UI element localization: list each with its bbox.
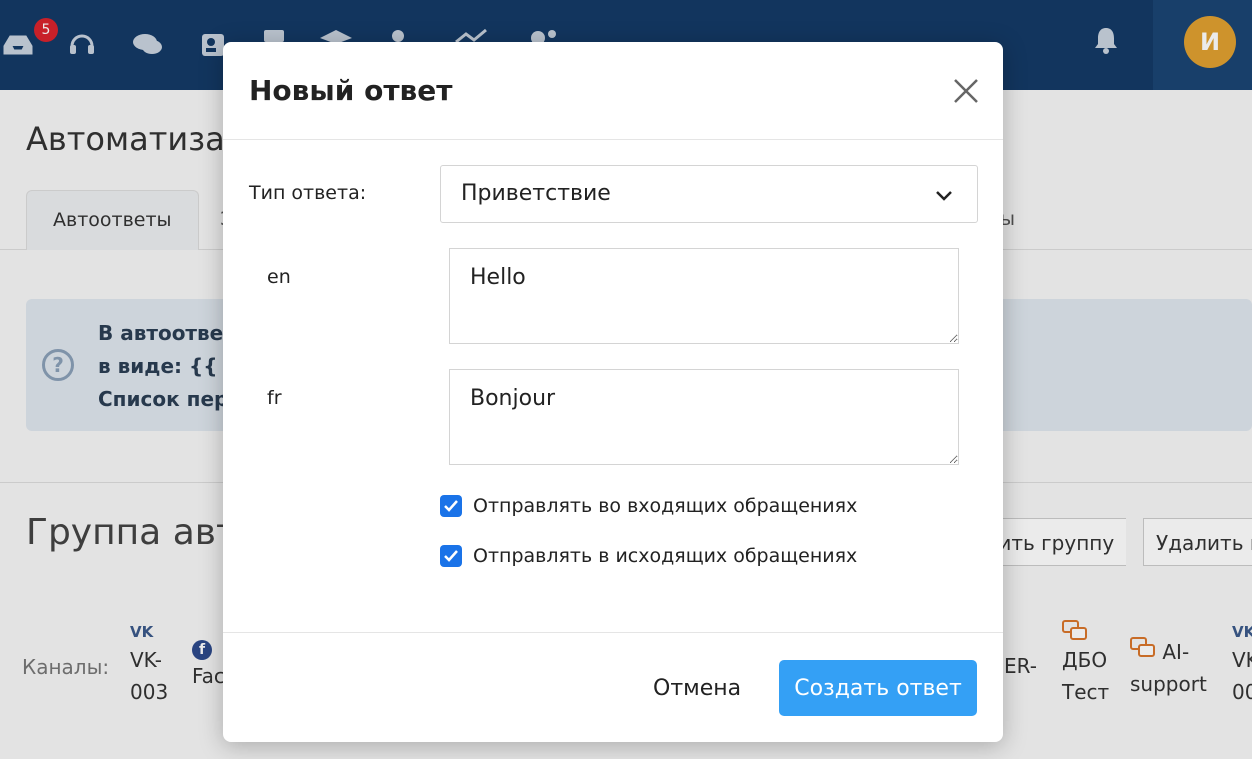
checkmark-icon — [444, 500, 458, 512]
incoming-checkbox[interactable] — [440, 495, 462, 517]
create-reply-button[interactable]: Создать ответ — [779, 660, 977, 716]
close-icon — [954, 79, 978, 103]
cancel-button[interactable]: Отмена — [633, 660, 761, 716]
chevron-down-icon — [936, 191, 952, 201]
dialog-title: Новый ответ — [249, 74, 453, 107]
close-button[interactable] — [951, 76, 981, 106]
dialog-header: Новый ответ — [223, 42, 1003, 140]
reply-type-label: Тип ответа: — [249, 182, 367, 204]
reply-text-en[interactable] — [449, 248, 959, 344]
reply-text-fr[interactable] — [449, 369, 959, 465]
outgoing-checkbox-label: Отправлять в исходящих обращениях — [473, 545, 858, 567]
incoming-checkbox-label: Отправлять во входящих обращениях — [473, 495, 858, 517]
outgoing-checkbox[interactable] — [440, 545, 462, 567]
reply-type-select[interactable]: Приветствие — [440, 165, 978, 223]
language-code-fr: fr — [267, 387, 282, 409]
checkmark-icon — [444, 550, 458, 562]
new-reply-dialog: Новый ответ Тип ответа: Приветствие en f… — [223, 42, 1003, 742]
reply-type-value: Приветствие — [461, 181, 611, 206]
dialog-footer: Отмена Создать ответ — [223, 632, 1003, 742]
language-code-en: en — [267, 266, 291, 288]
